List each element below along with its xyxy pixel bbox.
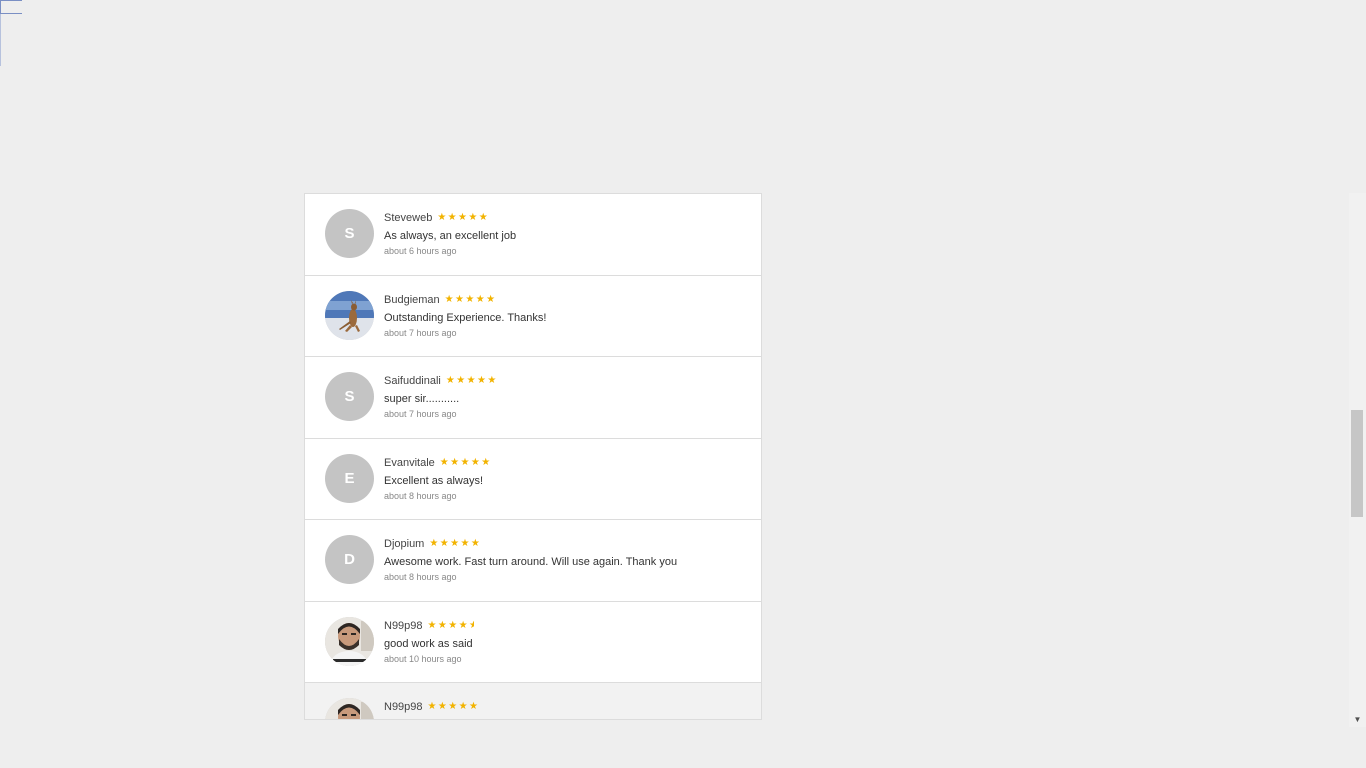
review-item: Budgieman ★★★★★ Outstanding Experience. T… xyxy=(305,275,761,357)
review-item: S Steveweb ★★★★★ As always, an excellent … xyxy=(305,194,761,276)
man-photo-icon xyxy=(325,616,374,666)
reviewer-name[interactable]: N99p98 xyxy=(384,701,423,713)
avatar[interactable]: S xyxy=(325,209,374,258)
review-header: N99p98 ★★★★★ xyxy=(384,618,749,634)
review-item: N99p98 ★★★★★ xyxy=(305,683,761,719)
scrollbar-thumb[interactable] xyxy=(1351,410,1363,517)
reviewer-name[interactable]: N99p98 xyxy=(384,620,423,632)
avatar[interactable] xyxy=(325,290,374,340)
review-body: Steveweb ★★★★★ As always, an excellent jo… xyxy=(384,210,749,257)
review-item: D Djopium ★★★★★ Awesome work. Fast turn a… xyxy=(305,520,761,602)
review-header: Budgieman ★★★★★ xyxy=(384,292,749,308)
review-text: good work as said xyxy=(384,637,473,650)
review-header: Saifuddinali ★★★★★ xyxy=(384,373,749,389)
review-header: Evanvitale ★★★★★ xyxy=(384,455,749,471)
review-time: about 8 hours ago xyxy=(384,490,457,501)
review-text: Awesome work. Fast turn around. Will use… xyxy=(384,556,678,568)
star-rating: ★★★★★ xyxy=(439,456,492,468)
review-text: Outstanding Experience. Thanks! xyxy=(384,311,547,324)
reviews-list[interactable]: S Steveweb ★★★★★ As always, an excellent … xyxy=(304,193,762,720)
avatar[interactable]: S xyxy=(325,372,374,421)
review-time: about 7 hours ago xyxy=(384,409,457,419)
star-rating: ★★★★★ xyxy=(429,538,482,549)
review-time: about 8 hours ago xyxy=(384,572,457,582)
review-body: Evanvitale ★★★★★ Excellent as always! abo… xyxy=(384,455,749,502)
review-header: Steveweb ★★★★★ xyxy=(384,210,749,226)
star-rating: ★★★★★ xyxy=(437,212,490,223)
review-body: N99p98 ★★★★★ xyxy=(384,699,749,718)
review-text: As always, an excellent job xyxy=(384,230,517,242)
half-star-icon: ★ xyxy=(469,618,474,634)
review-time: about 6 hours ago xyxy=(384,246,457,256)
reviewer-name[interactable]: Djopium xyxy=(384,538,424,550)
reviewer-name[interactable]: Evanvitale xyxy=(384,457,435,469)
reviewer-name[interactable]: Saifuddinali xyxy=(384,375,441,387)
corner-marker xyxy=(0,0,22,14)
review-time: about 10 hours ago xyxy=(384,653,462,664)
review-text: super sir........... xyxy=(384,393,460,405)
review-text: Excellent as always! xyxy=(384,474,484,487)
full-stars: ★★★★ xyxy=(427,619,470,631)
avatar[interactable] xyxy=(325,616,374,666)
corner-marker-line xyxy=(0,14,1,66)
review-header: N99p98 ★★★★★ xyxy=(384,699,749,715)
review-item: N99p98 ★★★★★ good work as said about 10 h… xyxy=(305,601,761,683)
kangaroo-photo-icon xyxy=(325,290,374,340)
review-time: about 7 hours ago xyxy=(384,327,457,338)
avatar[interactable]: D xyxy=(325,535,374,584)
man-photo-icon xyxy=(325,698,374,719)
review-body: N99p98 ★★★★★ good work as said about 10 h… xyxy=(384,618,749,665)
review-item: E Evanvitale ★★★★★ Excellent as always! a… xyxy=(305,438,761,520)
star-rating: ★★★★★ xyxy=(444,293,497,305)
review-body: Budgieman ★★★★★ Outstanding Experience. T… xyxy=(384,292,749,339)
star-rating: ★★★★★ xyxy=(428,618,474,634)
review-header: Djopium ★★★★★ xyxy=(384,536,749,552)
reviewer-name[interactable]: Budgieman xyxy=(384,294,440,306)
page-scrollbar[interactable]: ▼ xyxy=(1349,193,1366,727)
avatar[interactable] xyxy=(325,698,374,719)
scroll-down-arrow-icon[interactable]: ▼ xyxy=(1349,713,1366,727)
star-rating: ★★★★★ xyxy=(445,375,498,386)
star-rating: ★★★★★ xyxy=(427,701,480,712)
review-body: Djopium ★★★★★ Awesome work. Fast turn aro… xyxy=(384,536,749,583)
reviewer-name[interactable]: Steveweb xyxy=(384,212,432,224)
avatar[interactable]: E xyxy=(325,453,374,503)
review-item: S Saifuddinali ★★★★★ super sir...........… xyxy=(305,357,761,439)
review-body: Saifuddinali ★★★★★ super sir........... a… xyxy=(384,373,749,420)
